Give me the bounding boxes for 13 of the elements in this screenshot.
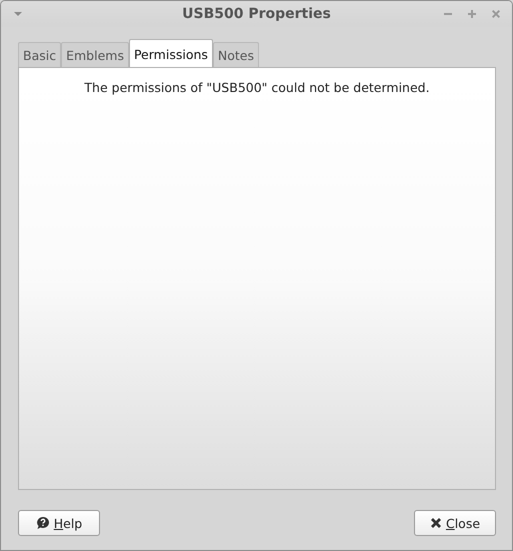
tab[interactable]: Notes — [212, 42, 260, 67]
maximize-icon[interactable] — [466, 8, 478, 20]
window-menu-icon[interactable] — [13, 11, 23, 17]
window-title: USB500 Properties — [182, 6, 331, 22]
help-button[interactable]: Help — [18, 510, 100, 536]
close-icon[interactable] — [490, 8, 502, 20]
close-button[interactable]: Close — [414, 510, 496, 536]
tab[interactable]: Emblems — [61, 42, 129, 67]
close-icon — [430, 517, 442, 529]
permissions-message: The permissions of "USB500" could not be determined. — [83, 80, 431, 95]
tab[interactable]: Permissions — [128, 39, 213, 67]
tab[interactable]: Basic — [18, 42, 62, 67]
help-icon — [36, 516, 50, 530]
